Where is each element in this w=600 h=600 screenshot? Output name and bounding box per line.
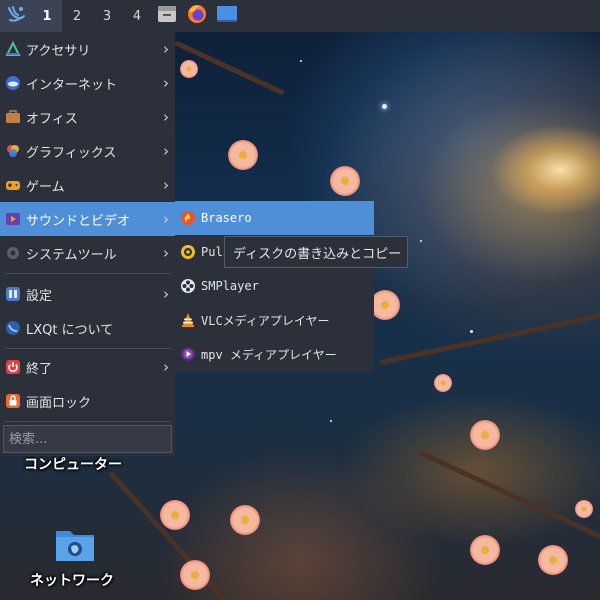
submenu-item-mpv[interactable]: mpv メディアプレイヤー: [175, 337, 374, 371]
menu-item-label: アクセサリ: [26, 43, 91, 59]
wallpaper-blossom: [160, 500, 190, 530]
mpv-icon: [179, 346, 196, 363]
internet-icon: [4, 75, 21, 92]
menu-search-input[interactable]: [3, 425, 172, 453]
sound-video-submenu: Brasero Puls SMPlayer VLCメディアプレイヤー mpv メ…: [175, 201, 374, 372]
menu-item-leave[interactable]: 終了 ›: [0, 350, 175, 384]
wallpaper-star: [382, 104, 387, 109]
desktop-icon: [216, 4, 238, 28]
menu-item-label: 設定: [26, 288, 53, 304]
pulseaudio-icon: [179, 244, 196, 261]
application-menu: アクセサリ › インターネット › オフィス › グラフィックス › ゲーム ›…: [0, 32, 175, 456]
workspace-3-button[interactable]: 3: [92, 0, 122, 32]
wallpaper-branch: [108, 470, 233, 600]
wallpaper-star: [300, 60, 302, 62]
submenu-item-label: SMPlayer: [201, 279, 259, 293]
show-desktop-launcher[interactable]: [212, 0, 242, 32]
menu-item-label: システムツール: [26, 247, 117, 263]
menu-item-lock-screen[interactable]: 画面ロック: [0, 384, 175, 418]
settings-icon: [4, 286, 21, 303]
menu-item-label: グラフィックス: [26, 145, 117, 161]
office-icon: [4, 109, 21, 126]
menu-item-label: サウンドとビデオ: [26, 213, 131, 229]
menu-item-internet[interactable]: インターネット ›: [0, 66, 175, 100]
workspace-1-button[interactable]: 1: [32, 0, 62, 32]
wallpaper-branch: [379, 312, 600, 365]
smplayer-icon: [179, 278, 196, 295]
wallpaper-star: [470, 330, 473, 333]
taskbar: 1 2 3 4: [0, 0, 600, 32]
menu-item-graphics[interactable]: グラフィックス ›: [0, 134, 175, 168]
workspace-4-button[interactable]: 4: [122, 0, 152, 32]
desktop-icon-label-computer[interactable]: コンピューター: [24, 454, 122, 474]
menu-item-games[interactable]: ゲーム ›: [0, 168, 175, 202]
wallpaper-blossom: [470, 420, 500, 450]
wallpaper-blossom: [180, 560, 210, 590]
wallpaper-blossom: [180, 60, 198, 78]
firefox-icon: [186, 3, 208, 29]
submenu-item-label: VLCメディアプレイヤー: [201, 313, 330, 328]
menu-item-sound-video[interactable]: サウンドとビデオ ›: [0, 202, 175, 236]
wallpaper-blossom: [575, 500, 593, 518]
lxqt-icon: [4, 320, 21, 337]
wallpaper-blossom: [538, 545, 568, 575]
menu-item-label: 画面ロック: [26, 395, 92, 411]
file-manager-launcher[interactable]: [152, 0, 182, 32]
wallpaper-blossom: [330, 166, 360, 196]
menu-item-label: オフィス: [26, 111, 78, 127]
lock-icon: [4, 393, 21, 410]
menu-item-label: 終了: [26, 361, 53, 377]
submenu-item-label: mpv メディアプレイヤー: [201, 347, 337, 362]
chevron-right-icon: ›: [163, 108, 169, 126]
chevron-right-icon: ›: [163, 244, 169, 262]
wallpaper-blossom: [230, 505, 260, 535]
chevron-right-icon: ›: [163, 358, 169, 376]
lxqt-logo-icon: [5, 3, 27, 29]
submenu-item-label: Brasero: [201, 211, 252, 225]
wallpaper-blossom: [470, 535, 500, 565]
chevron-right-icon: ›: [163, 176, 169, 194]
menu-separator: [4, 421, 171, 422]
submenu-item-brasero[interactable]: Brasero: [175, 201, 374, 235]
wallpaper-star: [330, 420, 332, 422]
submenu-item-vlc[interactable]: VLCメディアプレイヤー: [175, 303, 374, 337]
menu-item-system-tools[interactable]: システムツール ›: [0, 236, 175, 270]
games-icon: [4, 177, 21, 194]
tooltip: ディスクの書き込みとコピー: [224, 236, 408, 268]
wallpaper-blossom: [228, 140, 258, 170]
wallpaper-blossom: [434, 374, 452, 392]
chevron-right-icon: ›: [163, 210, 169, 228]
menu-separator: [4, 273, 171, 274]
menu-item-label: インターネット: [26, 77, 118, 93]
chevron-right-icon: ›: [163, 285, 169, 303]
menu-item-label: ゲーム: [26, 179, 65, 195]
menu-separator: [4, 348, 171, 349]
file-manager-icon: [157, 4, 177, 28]
wallpaper-blossom: [370, 290, 400, 320]
multimedia-icon: [4, 211, 21, 228]
vlc-icon: [179, 312, 196, 329]
workspace-2-button[interactable]: 2: [62, 0, 92, 32]
submenu-item-smplayer[interactable]: SMPlayer: [175, 269, 374, 303]
network-folder-icon[interactable]: [54, 523, 96, 565]
menu-item-accessories[interactable]: アクセサリ ›: [0, 32, 175, 66]
start-menu-button[interactable]: [0, 0, 32, 32]
system-tools-icon: [4, 245, 21, 262]
menu-item-label: LXQt について: [26, 322, 114, 338]
chevron-right-icon: ›: [163, 74, 169, 92]
menu-item-about-lxqt[interactable]: LXQt について: [0, 311, 175, 345]
chevron-right-icon: ›: [163, 40, 169, 58]
wallpaper-star: [420, 240, 422, 242]
menu-item-office[interactable]: オフィス ›: [0, 100, 175, 134]
brasero-icon: [179, 210, 196, 227]
graphics-icon: [4, 143, 21, 160]
firefox-launcher[interactable]: [182, 0, 212, 32]
accessories-icon: [4, 41, 21, 58]
desktop-icon-label-network[interactable]: ネットワーク: [30, 570, 114, 590]
chevron-right-icon: ›: [163, 142, 169, 160]
wallpaper-branch: [418, 450, 600, 540]
power-icon: [4, 359, 21, 376]
menu-item-settings[interactable]: 設定 ›: [0, 277, 175, 311]
